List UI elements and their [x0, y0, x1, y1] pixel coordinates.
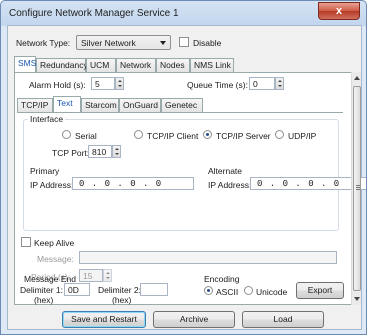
scrollbar-thumb[interactable] [353, 86, 361, 291]
delimiter1-label: Delimiter 1: [20, 285, 63, 295]
radio-tcpip-server[interactable] [203, 130, 212, 139]
interface-title: Interface [28, 114, 66, 124]
tab-onguard[interactable]: OnGuard [119, 98, 161, 112]
tcp-port-input[interactable]: 810 [88, 145, 112, 158]
encoding-group: Encoding ASCII Unicode Export [200, 274, 350, 316]
delimiter2-hex-label: (hex) [112, 295, 132, 305]
dialog-body: Network Type: Silver Network Disable SMS… [7, 25, 366, 330]
radio-ascii-label: ASCII [216, 287, 239, 297]
protocol-tabs: TCP/IP Text Starcom OnGuard Genetec [17, 96, 237, 113]
scroll-up-icon[interactable] [354, 76, 360, 80]
tcp-port-label: TCP Port: [52, 148, 90, 158]
radio-serial[interactable] [62, 130, 71, 139]
export-button[interactable]: Export [296, 282, 344, 299]
tab-nodes[interactable]: Nodes [156, 58, 190, 72]
alarm-hold-spinner[interactable] [115, 77, 124, 90]
disable-checkbox[interactable] [179, 37, 189, 47]
radio-tcpip-client[interactable] [134, 130, 143, 139]
tab-ucm[interactable]: UCM [86, 58, 116, 72]
radio-ascii[interactable] [204, 286, 213, 295]
radio-tcpip-client-label: TCP/IP Client [147, 131, 199, 141]
radio-tcpip-server-label: TCP/IP Server [216, 131, 271, 141]
radio-serial-label: Serial [75, 131, 97, 141]
primary-ip-input[interactable]: 0 . 0 . 0 . 0 [72, 177, 194, 190]
tab-text[interactable]: Text [53, 96, 81, 113]
thumb-grip-icon [356, 187, 360, 188]
message-label: Message: [37, 254, 74, 264]
title-bar[interactable]: Configure Network Manager Service 1 x [1, 1, 366, 25]
scroll-down-icon[interactable] [354, 297, 360, 301]
tcp-port-spinner[interactable] [112, 145, 121, 158]
sms-panel: Alarm Hold (s): 5 Queue Time (s): 0 TCP/… [14, 72, 366, 305]
disable-label: Disable [193, 38, 222, 48]
message-input[interactable] [79, 251, 337, 264]
delimiter2-label: Delimiter 2: [98, 285, 141, 295]
primary-group: Primary IP Address: 0 . 0 . 0 . 0 [28, 166, 198, 206]
archive-button[interactable]: Archive [153, 311, 235, 328]
queue-time-label: Queue Time (s): [187, 80, 248, 90]
close-button[interactable]: x [318, 2, 360, 20]
radio-udpip[interactable] [275, 130, 284, 139]
queue-time-spinner[interactable] [275, 77, 284, 90]
radio-udpip-label: UDP/IP [288, 131, 317, 141]
radio-unicode-label: Unicode [256, 287, 288, 297]
network-type-value: Silver Network [81, 38, 136, 48]
keep-alive-checkbox[interactable] [21, 237, 31, 247]
tab-genetec[interactable]: Genetec [161, 98, 203, 112]
primary-ip-label: IP Address: [30, 180, 74, 190]
tab-sms[interactable]: SMS [14, 56, 36, 73]
window-title: Configure Network Manager Service 1 [9, 8, 179, 19]
message-end-group: Message End Delimiter 1: (hex) 0D Delimi… [16, 274, 202, 316]
alternate-title: Alternate [208, 166, 243, 176]
delimiter1-input[interactable]: 0D [64, 283, 90, 296]
alternate-group: Alternate IP Address: 0 . 0 . 0 . 0 [206, 166, 366, 206]
dialog-window: Configure Network Manager Service 1 x Ne… [0, 0, 367, 335]
save-and-restart-button[interactable]: Save and Restart [62, 311, 146, 328]
encoding-title: Encoding [204, 274, 240, 284]
network-type-label: Network Type: [16, 38, 71, 48]
main-tabs: SMS Redundancy UCM Network Nodes NMS Lin… [14, 56, 354, 73]
keep-alive-label: Keep Alive [34, 238, 75, 248]
thumb-grip-icon [356, 185, 360, 186]
alternate-ip-input[interactable]: 0 . 0 . 0 . 0 [250, 177, 366, 190]
network-type-select[interactable]: Silver Network [76, 35, 171, 50]
alternate-ip-label: IP Address: [208, 180, 252, 190]
load-button[interactable]: Load [242, 311, 324, 328]
delimiter2-input[interactable] [140, 283, 168, 296]
alarm-hold-input[interactable]: 5 [91, 77, 115, 90]
panel-scrollbar[interactable] [351, 72, 361, 305]
tab-starcom[interactable]: Starcom [81, 98, 119, 112]
delimiter1-hex-label: (hex) [34, 295, 54, 305]
close-icon[interactable]: x [336, 5, 342, 17]
queue-time-input[interactable]: 0 [249, 77, 275, 90]
tab-redundancy[interactable]: Redundancy [36, 58, 88, 72]
primary-title: Primary [30, 166, 60, 176]
tab-network[interactable]: Network [116, 58, 156, 72]
thumb-grip-icon [356, 189, 360, 190]
radio-unicode[interactable] [244, 286, 253, 295]
tab-nms-link[interactable]: NMS Link [190, 58, 234, 72]
alarm-hold-label: Alarm Hold (s): [29, 80, 86, 90]
interface-group: Interface Serial TCP/IP Client TCP/IP Se… [23, 114, 366, 231]
tab-tcpip[interactable]: TCP/IP [17, 98, 53, 112]
chevron-down-icon [160, 41, 166, 45]
